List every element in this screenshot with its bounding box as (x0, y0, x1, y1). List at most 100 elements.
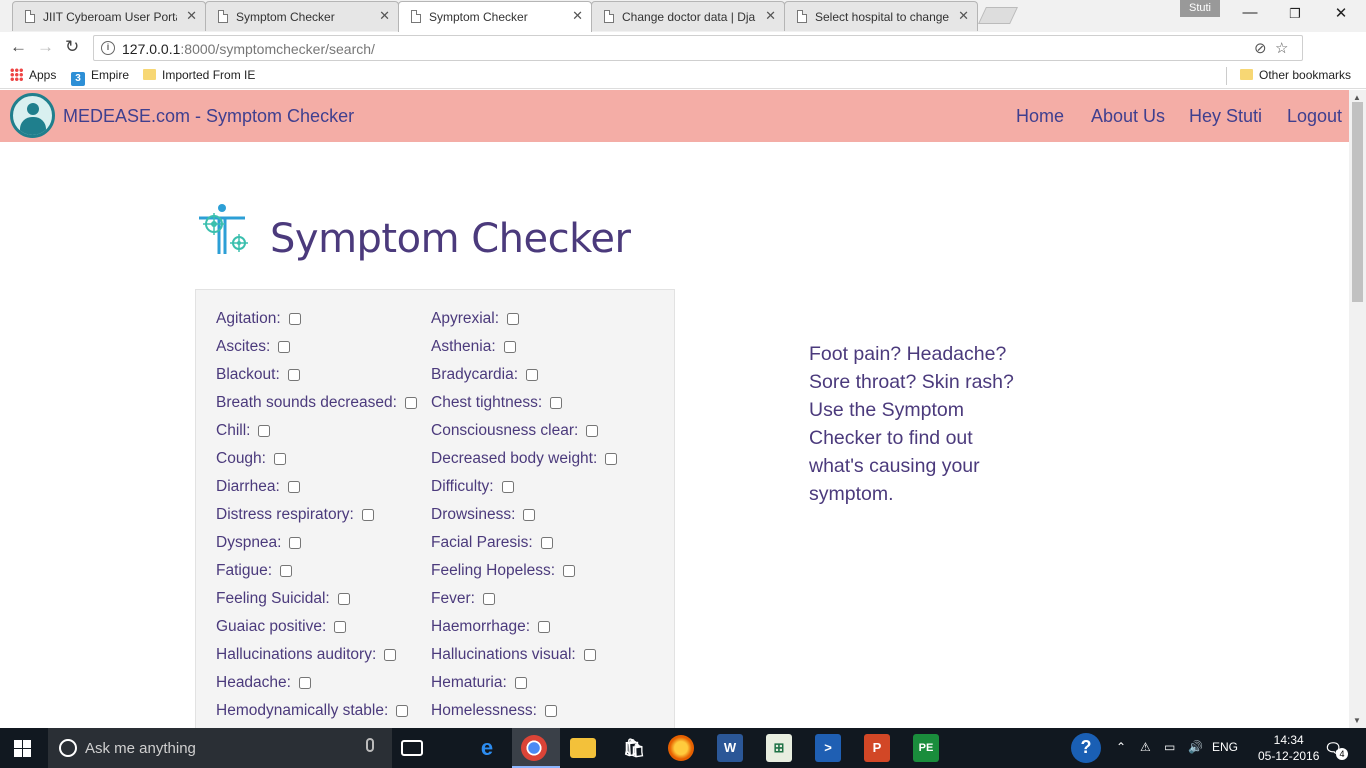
symptom-feeling-suicidal[interactable]: Feeling Suicidal: (216, 590, 350, 608)
symptom-dyspnea[interactable]: Dyspnea: (216, 534, 302, 552)
nav-home[interactable]: Home (1016, 106, 1064, 127)
scroll-up-icon[interactable]: ▲ (1353, 93, 1361, 102)
symptom-checkbox[interactable] (514, 677, 527, 689)
symptom-checkbox[interactable] (396, 705, 409, 717)
symptom-checkbox[interactable] (586, 425, 599, 437)
browser-tab-3-active[interactable]: Symptom Checker ✕ (398, 1, 592, 32)
symptom-checkbox[interactable] (287, 481, 300, 493)
symptom-checkbox[interactable] (503, 341, 516, 353)
chrome-icon[interactable] (521, 735, 547, 761)
symptom-diarrhea[interactable]: Diarrhea: (216, 478, 300, 496)
volume-icon[interactable]: 🔊 (1188, 740, 1203, 754)
symptom-checkbox[interactable] (501, 481, 514, 493)
symptom-checkbox[interactable] (361, 509, 374, 521)
minimize-icon[interactable]: — (1227, 4, 1273, 21)
symptom-apyrexial[interactable]: Apyrexial: (431, 310, 520, 328)
store-icon[interactable]: 🛍 (619, 734, 649, 762)
symptom-checkbox[interactable] (540, 537, 553, 549)
bookmark-empire[interactable]: 3 Empire (71, 68, 129, 86)
symptom-checkbox[interactable] (273, 453, 286, 465)
symptom-bradycardia[interactable]: Bradycardia: (431, 366, 539, 384)
nav-logout[interactable]: Logout (1287, 106, 1342, 127)
file-explorer-icon[interactable] (570, 738, 596, 758)
close-tab-icon[interactable]: ✕ (186, 8, 197, 24)
symptom-checkbox[interactable] (605, 453, 618, 465)
nav-about-us[interactable]: About Us (1091, 106, 1165, 127)
symptom-blackout[interactable]: Blackout: (216, 366, 300, 384)
powerpoint-icon[interactable]: P (864, 734, 890, 762)
symptom-cough[interactable]: Cough: (216, 450, 286, 468)
symptom-checkbox[interactable] (526, 369, 539, 381)
symptom-hallucinations-visual[interactable]: Hallucinations visual: (431, 646, 596, 664)
symptom-hematuria[interactable]: Hematuria: (431, 674, 527, 692)
symptom-checkbox[interactable] (278, 341, 291, 353)
scroll-down-icon[interactable]: ▼ (1353, 716, 1361, 725)
symptom-asthenia[interactable]: Asthenia: (431, 338, 516, 356)
bookmark-star-icon[interactable]: ☆ (1275, 39, 1288, 57)
symptom-breath-sounds-decreased[interactable]: Breath sounds decreased: (216, 394, 417, 412)
symptom-consciousness-clear[interactable]: Consciousness clear: (431, 422, 599, 440)
doctor-logo-icon[interactable] (10, 93, 55, 138)
app-chart-icon[interactable]: ⊞ (766, 734, 792, 762)
symptom-guaiac-positive[interactable]: Guaiac positive: (216, 618, 347, 636)
symptom-checkbox[interactable] (287, 369, 300, 381)
browser-tab-5[interactable]: Select hospital to change ✕ (784, 1, 978, 31)
symptom-checkbox[interactable] (289, 537, 302, 549)
nav-user-greeting[interactable]: Hey Stuti (1189, 106, 1262, 127)
symptom-checkbox[interactable] (288, 313, 301, 325)
language-indicator[interactable]: ENG (1212, 740, 1238, 754)
symptom-fatigue[interactable]: Fatigue: (216, 562, 293, 580)
symptom-checkbox[interactable] (482, 593, 495, 605)
firefox-icon[interactable] (668, 735, 694, 761)
symptom-checkbox[interactable] (507, 313, 520, 325)
symptom-hallucinations-auditory[interactable]: Hallucinations auditory: (216, 646, 397, 664)
symptom-headache[interactable]: Headache: (216, 674, 311, 692)
browser-tab-2[interactable]: Symptom Checker ✕ (205, 1, 399, 31)
back-icon[interactable]: ← (10, 37, 27, 57)
pycharm-icon[interactable]: PE (913, 734, 939, 762)
new-tab-button[interactable] (978, 7, 1018, 24)
symptom-fever[interactable]: Fever: (431, 590, 495, 608)
battery-icon[interactable]: ▭ (1164, 740, 1175, 754)
symptom-checkbox[interactable] (258, 425, 271, 437)
cortana-search-box[interactable]: Ask me anything (48, 728, 392, 768)
symptom-ascites[interactable]: Ascites: (216, 338, 291, 356)
reload-icon[interactable]: ↻ (65, 37, 79, 57)
task-view-icon[interactable] (401, 740, 423, 756)
close-tab-icon[interactable]: ✕ (958, 8, 969, 24)
help-icon[interactable]: ? (1071, 733, 1101, 763)
blocked-content-icon[interactable]: ⊘ (1254, 39, 1267, 57)
close-tab-icon[interactable]: ✕ (379, 8, 390, 24)
symptom-checkbox[interactable] (280, 565, 293, 577)
symptom-checkbox[interactable] (523, 509, 536, 521)
symptom-difficulty[interactable]: Difficulty: (431, 478, 514, 496)
close-tab-icon[interactable]: ✕ (572, 8, 583, 24)
symptom-hemodynamically-stable[interactable]: Hemodynamically stable: (216, 702, 409, 720)
page-scrollbar[interactable]: ▲ ▼ (1349, 90, 1366, 728)
site-brand[interactable]: MEDEASE.com - Symptom Checker (63, 106, 354, 127)
profile-chip[interactable]: Stuti (1180, 0, 1220, 17)
symptom-checkbox[interactable] (563, 565, 576, 577)
symptom-agitation[interactable]: Agitation: (216, 310, 301, 328)
info-icon[interactable]: i (101, 41, 115, 55)
forward-icon[interactable]: → (37, 37, 54, 57)
browser-tab-4[interactable]: Change doctor data | Dja ✕ (591, 1, 785, 31)
symptom-homelessness[interactable]: Homelessness: (431, 702, 557, 720)
symptom-checkbox[interactable] (404, 397, 417, 409)
windows-start-icon[interactable] (14, 740, 31, 757)
powershell-icon[interactable]: > (815, 734, 841, 762)
symptom-checkbox[interactable] (538, 621, 551, 633)
symptom-checkbox[interactable] (384, 649, 397, 661)
microphone-icon[interactable] (366, 738, 374, 752)
taskbar-clock[interactable]: 14:34 05-12-2016 (1258, 732, 1319, 764)
close-window-icon[interactable]: ✕ (1318, 4, 1364, 22)
symptom-facial-paresis[interactable]: Facial Paresis: (431, 534, 553, 552)
scroll-thumb[interactable] (1352, 102, 1363, 302)
symptom-checkbox[interactable] (550, 397, 563, 409)
symptom-distress-respiratory[interactable]: Distress respiratory: (216, 506, 374, 524)
symptom-chest-tightness[interactable]: Chest tightness: (431, 394, 563, 412)
symptom-drowsiness[interactable]: Drowsiness: (431, 506, 536, 524)
bookmark-apps[interactable]: Apps (10, 68, 56, 82)
network-icon[interactable]: ⚠ (1140, 740, 1151, 754)
symptom-chill[interactable]: Chill: (216, 422, 271, 440)
